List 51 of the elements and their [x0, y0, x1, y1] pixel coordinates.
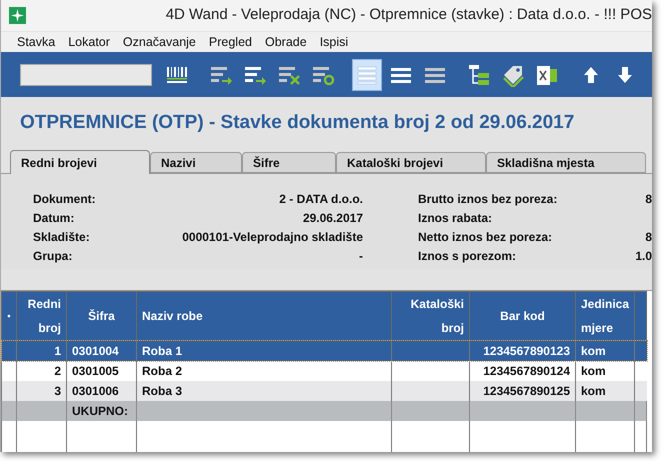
tree-icon [467, 62, 491, 86]
field-value: - [359, 248, 363, 262]
field-value: 0000101-Veleprodajno skladište [182, 229, 363, 243]
table-cell: 1234567890125 [483, 384, 570, 398]
menu-item[interactable]: Stavka [17, 32, 56, 52]
menu-item[interactable]: Lokator [68, 32, 110, 52]
table-cell: 1234567890124 [483, 364, 570, 378]
table-row[interactable]: 2 0301005 Roba 2 1234567890124 kom [2, 360, 646, 380]
menu-item[interactable]: Pregled [208, 32, 252, 52]
search-field[interactable] [20, 64, 152, 86]
menu-item[interactable]: Označavanje [122, 32, 196, 52]
tab[interactable]: Skladišna mjesta [486, 152, 646, 173]
table-cell: 1234567890123 [483, 344, 570, 358]
field-label: Netto iznos bez poreza: [418, 229, 554, 243]
table-cell: kom [581, 344, 606, 358]
menu-item[interactable]: Ispisi [320, 32, 348, 52]
field-label: Brutto iznos bez poreza: [418, 191, 558, 205]
tab[interactable]: Nazivi [150, 152, 242, 173]
table-cell: Roba 3 [142, 384, 182, 398]
table-cell: kom [581, 384, 606, 398]
field-value: 29.06.2017 [302, 210, 363, 224]
page-heading: OTPREMNICE (OTP) - Stavke dokumenta broj 2 od 29.06.2017 [20, 110, 574, 135]
field-value: 1.0 [635, 248, 652, 262]
table-cell: 0301006 [72, 384, 119, 398]
field-value: 8 [645, 229, 652, 243]
menu-item[interactable]: Obrade [264, 32, 307, 52]
table-cell: Roba 1 [142, 344, 182, 358]
tab[interactable]: Kataloški brojevi [336, 152, 486, 173]
table-cell: kom [581, 364, 606, 378]
field-value: 8 [645, 191, 652, 205]
table-cell: 0301004 [72, 344, 119, 358]
field-label: Grupa: [33, 248, 74, 262]
tab[interactable]: Redni brojevi [10, 150, 150, 174]
field-label: Datum: [33, 210, 76, 224]
field-label: Iznos s porezom: [418, 248, 518, 262]
table-cell: 1 [54, 344, 61, 358]
table-row[interactable]: 3 0301006 Roba 3 1234567890125 kom [2, 380, 646, 400]
table-cell: 3 [54, 384, 61, 398]
table-cell: 0301005 [72, 364, 119, 378]
field-value: 2 - DATA d.o.o. [279, 191, 363, 205]
window-title: 4D Wand - Veleprodaja (NC) - Otpremnice (stavke) : Data d.o.o. - !!! POS [166, 5, 652, 26]
table-row[interactable]: 1 0301004 Roba 1 1234567890123 kom [2, 340, 646, 360]
tab[interactable]: Šifre [242, 152, 336, 173]
app-icon [9, 7, 26, 24]
column-header[interactable]: • [2, 292, 16, 340]
table-cell: 2 [54, 364, 61, 378]
field-label: Iznos rabata: [418, 210, 494, 224]
field-label: Dokument: [33, 191, 96, 205]
total-label: UKUPNO: [72, 404, 128, 418]
table-cell: Roba 2 [142, 364, 182, 378]
field-label: Skladište: [33, 229, 91, 243]
